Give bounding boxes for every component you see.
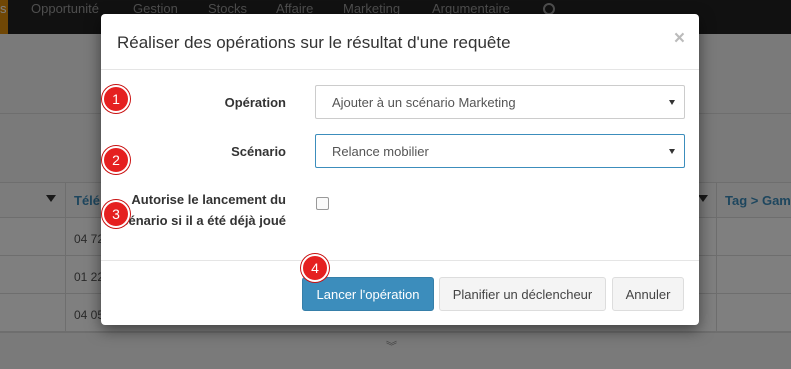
replay-label-line2: scénario si il a été déjà joué — [114, 213, 286, 228]
schedule-trigger-button[interactable]: Planifier un déclencheur — [439, 277, 606, 311]
scenario-select-value: Relance mobilier — [332, 144, 429, 159]
step-badge-3: 3 — [102, 200, 130, 228]
replay-label-line1: Autorise le lancement du — [131, 192, 286, 207]
cancel-button[interactable]: Annuler — [612, 277, 684, 311]
modal-title: Réaliser des opérations sur le résultat … — [117, 33, 511, 52]
replay-checkbox[interactable] — [316, 197, 329, 210]
launch-operation-button[interactable]: Lancer l'opération — [302, 277, 434, 311]
step-badge-2: 2 — [102, 146, 130, 174]
chevron-down-icon — [669, 149, 675, 154]
step-badge-4: 4 — [301, 254, 329, 282]
scenario-select[interactable]: Relance mobilier — [315, 134, 685, 168]
step-badge-1: 1 — [102, 85, 130, 113]
operation-select[interactable]: Ajouter à un scénario Marketing — [315, 85, 685, 119]
close-button[interactable]: × — [674, 29, 685, 48]
chevron-down-icon — [669, 100, 675, 105]
modal-header: Réaliser des opérations sur le résultat … — [101, 14, 699, 70]
operations-modal: Réaliser des opérations sur le résultat … — [101, 14, 699, 325]
modal-footer: Lancer l'opération Planifier un déclench… — [101, 260, 699, 325]
operation-select-value: Ajouter à un scénario Marketing — [332, 95, 516, 110]
scenario-label: Scénario — [231, 144, 286, 159]
operation-label: Opération — [224, 95, 286, 110]
